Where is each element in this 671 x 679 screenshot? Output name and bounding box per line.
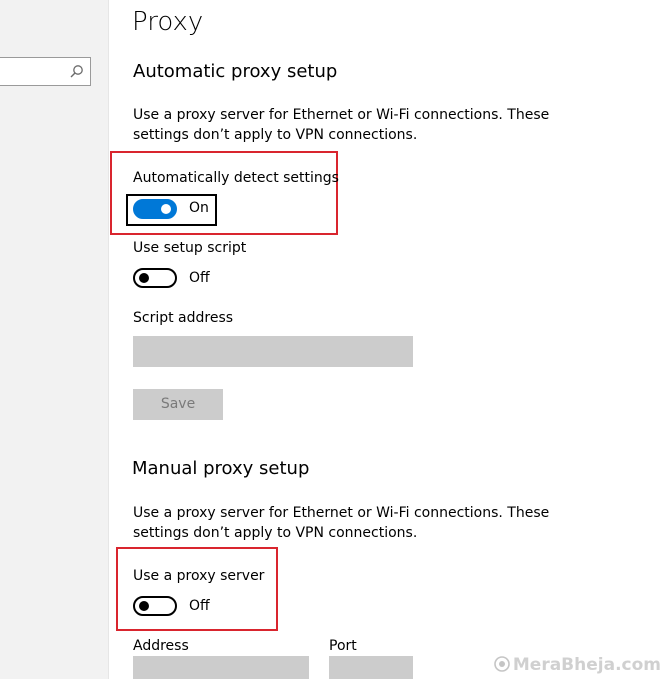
- setup-script-toggle[interactable]: [133, 268, 177, 288]
- toggle-knob: [139, 601, 149, 611]
- address-input[interactable]: [133, 656, 309, 679]
- setup-script-state: Off: [189, 270, 210, 286]
- auto-detect-label: Automatically detect settings: [133, 170, 339, 186]
- script-address-input[interactable]: [133, 336, 413, 367]
- save-button[interactable]: Save: [133, 389, 223, 420]
- highlight-box-use-proxy: [116, 547, 278, 631]
- use-proxy-toggle[interactable]: [133, 596, 177, 616]
- watermark-text: MeraBheja.com: [512, 655, 661, 675]
- page-title: Proxy: [132, 7, 204, 37]
- sidebar: [0, 0, 109, 679]
- watermark: MeraBheja.com: [494, 655, 661, 675]
- toggle-knob: [161, 204, 171, 214]
- port-label: Port: [329, 638, 357, 654]
- port-input[interactable]: [329, 656, 413, 679]
- automatic-proxy-description: Use a proxy server for Ethernet or Wi-Fi…: [133, 107, 550, 143]
- search-icon[interactable]: [69, 64, 84, 79]
- script-address-label: Script address: [133, 310, 234, 326]
- automatic-proxy-heading: Automatic proxy setup: [133, 61, 338, 82]
- address-label: Address: [133, 638, 189, 654]
- auto-detect-toggle[interactable]: [133, 199, 177, 219]
- setup-script-label: Use setup script: [133, 240, 247, 256]
- use-proxy-state: Off: [189, 598, 210, 614]
- watermark-logo-icon: [494, 656, 510, 672]
- manual-proxy-heading: Manual proxy setup: [132, 458, 310, 479]
- toggle-knob: [139, 273, 149, 283]
- search-input[interactable]: [0, 57, 91, 86]
- use-proxy-label: Use a proxy server: [133, 568, 265, 584]
- manual-proxy-description: Use a proxy server for Ethernet or Wi-Fi…: [133, 505, 550, 541]
- auto-detect-state: On: [189, 200, 209, 216]
